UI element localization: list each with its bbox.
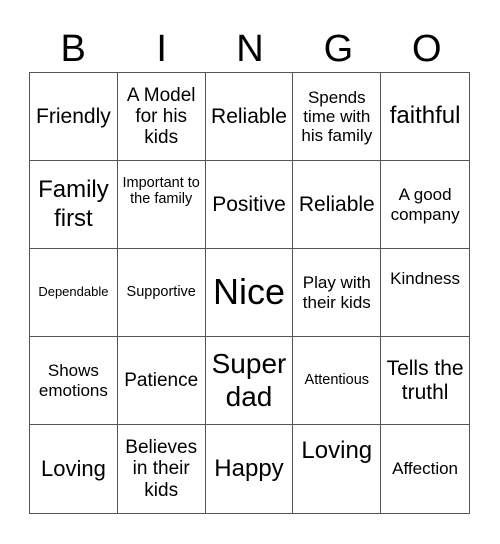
bingo-cell[interactable]: Patience [117, 337, 206, 425]
bingo-cell[interactable]: Believes in their kids [118, 425, 206, 513]
bingo-cell[interactable]: Kindness [381, 249, 469, 337]
bingo-cell[interactable]: Supportive [117, 249, 206, 337]
bingo-cell[interactable]: Attentious [293, 337, 382, 425]
bingo-cell[interactable]: Loving [293, 425, 382, 513]
bingo-cell[interactable]: Dependable [30, 249, 118, 337]
bingo-cell[interactable]: Reliable [293, 161, 382, 249]
bingo-cell[interactable]: faithful [381, 73, 469, 161]
bingo-cell[interactable]: Positive [205, 161, 294, 249]
bingo-cell[interactable]: Family first [30, 161, 118, 249]
header-letter-o: O [412, 28, 442, 70]
header-letter-n: N [236, 28, 264, 70]
header-letter-i: I [156, 28, 167, 70]
bingo-cell[interactable]: Super dad [205, 337, 294, 425]
bingo-cell[interactable]: A Model for his kids [117, 73, 206, 161]
bingo-cell[interactable]: Important to the family [117, 161, 206, 249]
bingo-cell[interactable]: Nice [205, 249, 294, 337]
bingo-cell[interactable]: Affection [381, 425, 469, 513]
bingo-header: B I N G O [29, 26, 471, 72]
bingo-cell[interactable]: Happy [206, 425, 294, 513]
bingo-card-grid: Friendly A Model for his kids Reliable S… [29, 72, 470, 514]
bingo-cell[interactable]: Friendly [30, 73, 118, 161]
bingo-cell[interactable]: Shows emotions [30, 337, 118, 425]
bingo-cell[interactable]: Play with their kids [293, 249, 382, 337]
header-letter-b: B [60, 28, 86, 70]
bingo-cell[interactable]: Tells the truthl [381, 337, 469, 425]
bingo-cell[interactable]: A good company [381, 161, 469, 249]
bingo-cell[interactable]: Spends time with his family [293, 73, 382, 161]
bingo-cell[interactable]: Reliable [205, 73, 294, 161]
header-letter-g: G [323, 28, 354, 70]
bingo-cell[interactable]: Loving [30, 425, 118, 513]
